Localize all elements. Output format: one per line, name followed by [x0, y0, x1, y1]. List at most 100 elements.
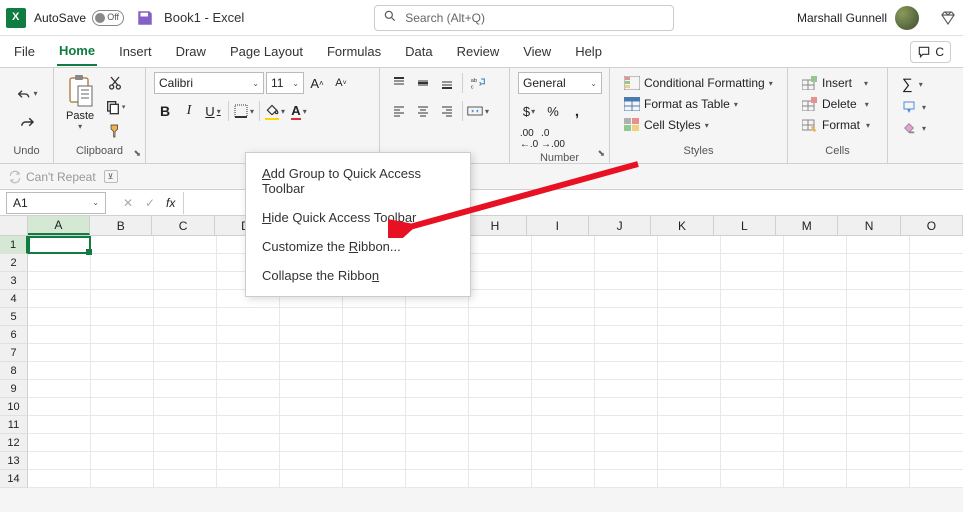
cell[interactable] — [469, 452, 532, 470]
wrap-text-button[interactable]: abc — [467, 72, 489, 94]
cell[interactable] — [28, 434, 91, 452]
cell[interactable] — [91, 344, 154, 362]
diamond-icon[interactable] — [939, 9, 957, 27]
cell[interactable] — [847, 344, 910, 362]
toggle-switch-icon[interactable]: Off — [92, 10, 124, 26]
cell[interactable] — [280, 308, 343, 326]
user-account[interactable]: Marshall Gunnell — [797, 6, 957, 30]
cell[interactable] — [280, 434, 343, 452]
menu-customize-ribbon[interactable]: Customize the Ribbon... — [246, 232, 470, 261]
cell[interactable] — [154, 344, 217, 362]
row-header[interactable]: 2 — [0, 254, 28, 272]
cell[interactable] — [532, 254, 595, 272]
cell[interactable] — [721, 434, 784, 452]
cell[interactable] — [406, 344, 469, 362]
cell[interactable] — [28, 272, 91, 290]
align-right-button[interactable] — [436, 100, 458, 122]
tab-file[interactable]: File — [12, 38, 37, 65]
row-header[interactable]: 11 — [0, 416, 28, 434]
cell[interactable] — [595, 344, 658, 362]
cell[interactable] — [658, 308, 721, 326]
column-header[interactable]: B — [90, 216, 152, 235]
cell[interactable] — [721, 254, 784, 272]
cell[interactable] — [217, 380, 280, 398]
cell[interactable] — [721, 380, 784, 398]
cell[interactable] — [910, 380, 963, 398]
increase-font-button[interactable]: A˄ — [306, 72, 328, 94]
cell[interactable] — [28, 290, 91, 308]
cell[interactable] — [343, 416, 406, 434]
cell[interactable] — [343, 434, 406, 452]
row-header[interactable]: 14 — [0, 470, 28, 488]
row-header[interactable]: 6 — [0, 326, 28, 344]
cell[interactable] — [532, 272, 595, 290]
cell[interactable] — [343, 326, 406, 344]
cell[interactable] — [532, 434, 595, 452]
cell[interactable] — [784, 308, 847, 326]
cell[interactable] — [91, 290, 154, 308]
cell[interactable] — [532, 398, 595, 416]
column-header[interactable]: A — [28, 216, 90, 235]
cell[interactable] — [217, 344, 280, 362]
cell[interactable] — [721, 398, 784, 416]
cell[interactable] — [784, 416, 847, 434]
font-name-select[interactable]: Calibri⌄ — [154, 72, 264, 94]
cell[interactable] — [280, 416, 343, 434]
cell[interactable] — [595, 362, 658, 380]
cell[interactable] — [847, 434, 910, 452]
cell[interactable] — [469, 362, 532, 380]
cell[interactable] — [532, 452, 595, 470]
cell[interactable] — [910, 452, 963, 470]
cell[interactable] — [28, 362, 91, 380]
tab-formulas[interactable]: Formulas — [325, 38, 383, 65]
cell[interactable] — [154, 362, 217, 380]
cell[interactable] — [910, 470, 963, 488]
cell[interactable] — [406, 326, 469, 344]
cell[interactable] — [280, 344, 343, 362]
row-header[interactable]: 5 — [0, 308, 28, 326]
cell[interactable] — [784, 290, 847, 308]
cell[interactable] — [910, 362, 963, 380]
cell[interactable] — [595, 326, 658, 344]
percent-format-button[interactable]: % — [542, 100, 564, 122]
tab-home[interactable]: Home — [57, 37, 97, 66]
tab-page-layout[interactable]: Page Layout — [228, 38, 305, 65]
menu-collapse-ribbon[interactable]: Collapse the Ribbon — [246, 261, 470, 290]
cell[interactable] — [532, 290, 595, 308]
cell[interactable] — [154, 398, 217, 416]
tab-view[interactable]: View — [521, 38, 553, 65]
cell[interactable] — [784, 470, 847, 488]
cell[interactable] — [658, 290, 721, 308]
cell[interactable] — [847, 290, 910, 308]
column-header[interactable]: C — [152, 216, 214, 235]
autosave-toggle[interactable]: AutoSave Off — [34, 10, 124, 26]
cell[interactable] — [217, 398, 280, 416]
cell[interactable] — [532, 308, 595, 326]
cell[interactable] — [721, 416, 784, 434]
search-input[interactable]: Search (Alt+Q) — [374, 5, 674, 31]
comments-button[interactable]: C — [910, 41, 951, 63]
tab-review[interactable]: Review — [455, 38, 502, 65]
cell[interactable] — [721, 308, 784, 326]
cell[interactable] — [658, 398, 721, 416]
cell[interactable] — [910, 326, 963, 344]
cell[interactable] — [28, 344, 91, 362]
tab-help[interactable]: Help — [573, 38, 604, 65]
cell[interactable] — [343, 308, 406, 326]
cell[interactable] — [280, 326, 343, 344]
save-button[interactable] — [136, 9, 154, 27]
cell[interactable] — [28, 470, 91, 488]
cell[interactable] — [658, 434, 721, 452]
cell[interactable] — [721, 326, 784, 344]
cell[interactable] — [595, 470, 658, 488]
tab-data[interactable]: Data — [403, 38, 434, 65]
fill-button[interactable]: ▾ — [898, 98, 930, 116]
cell[interactable] — [280, 398, 343, 416]
cell[interactable] — [658, 236, 721, 254]
cell[interactable] — [595, 236, 658, 254]
cell[interactable] — [784, 380, 847, 398]
cell[interactable] — [91, 308, 154, 326]
cell[interactable] — [469, 416, 532, 434]
cell[interactable] — [154, 434, 217, 452]
menu-add-to-qat[interactable]: Add Group to Quick Access Toolbar — [246, 159, 470, 203]
